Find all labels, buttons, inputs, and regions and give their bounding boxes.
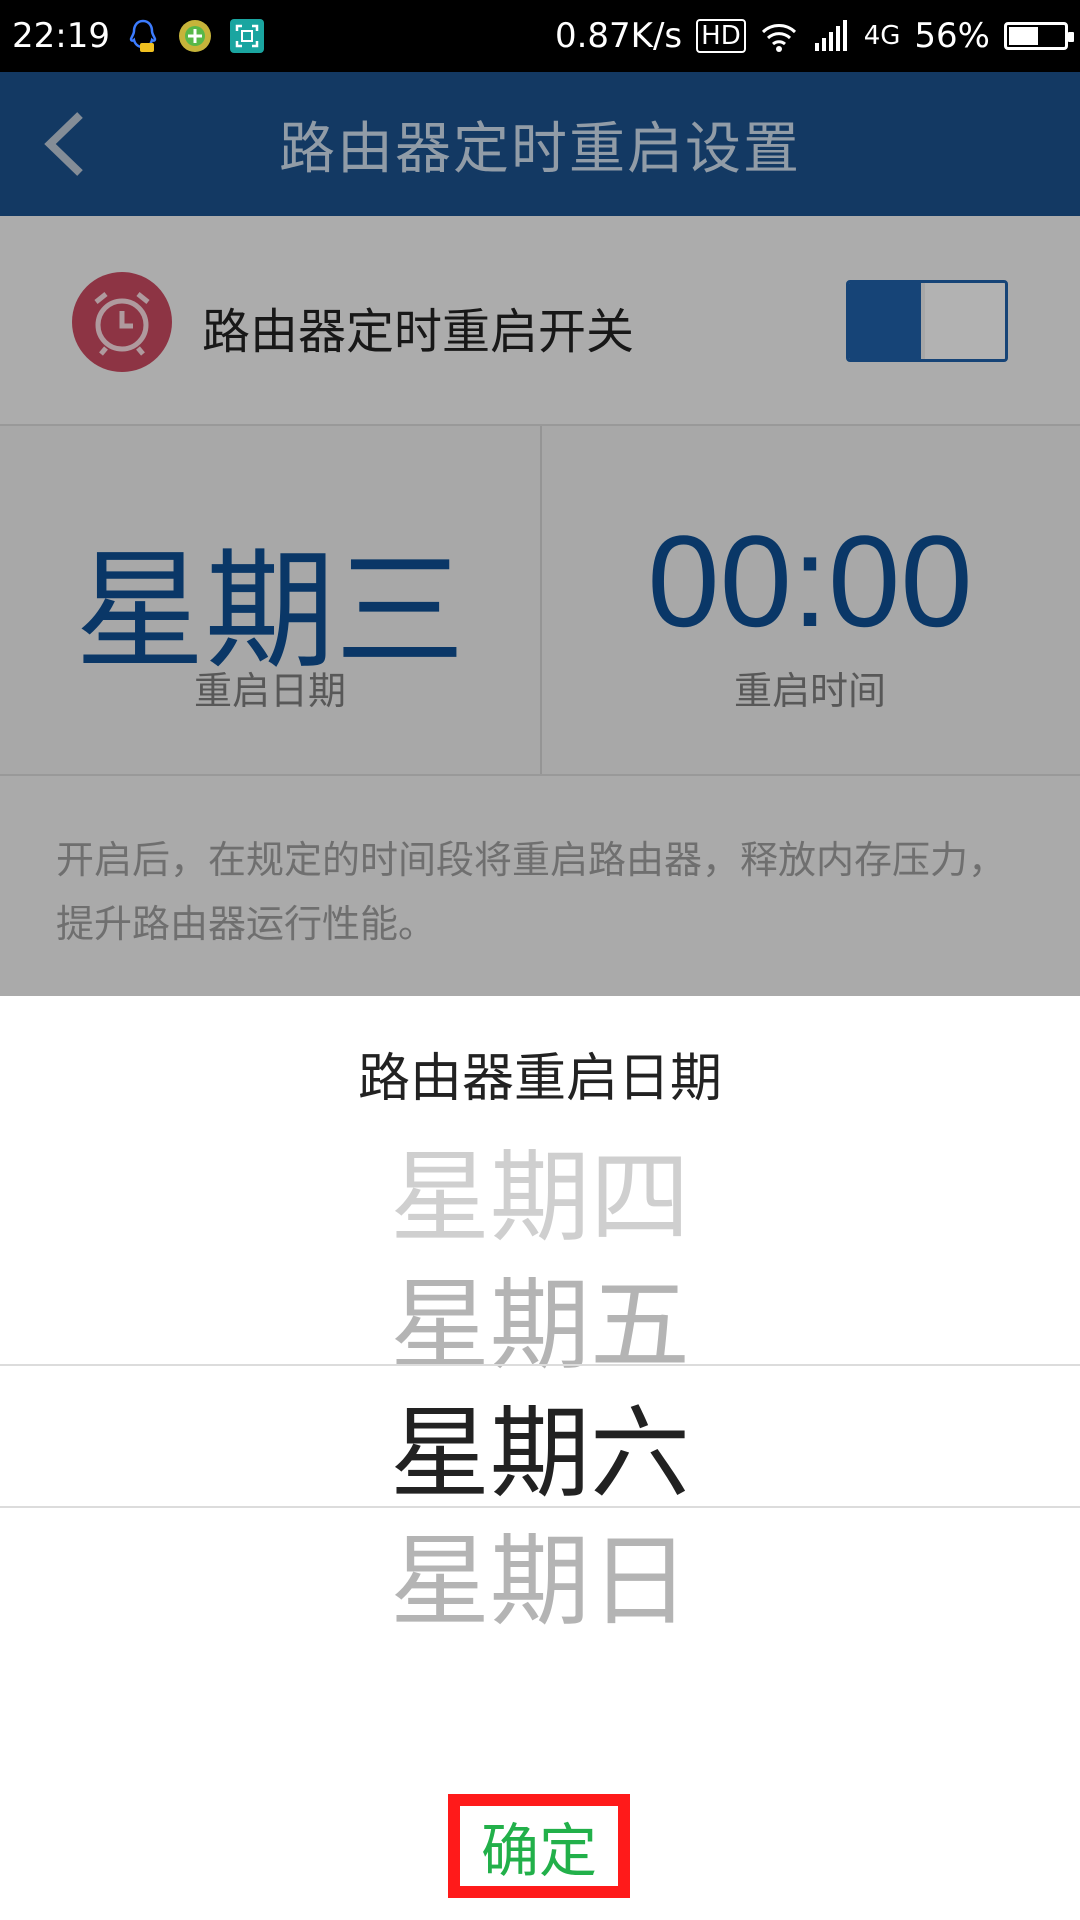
picker-option[interactable]: 星期四	[0, 1116, 1080, 1261]
wifi-icon	[761, 24, 796, 52]
picker-selection-line-top	[0, 1364, 1080, 1366]
signal-icon	[814, 20, 847, 51]
confirm-label: 确定	[480, 1817, 597, 1885]
status-bar: 22:19 0.87K/s HD 4G 56%	[0, 0, 1080, 72]
battery-icon	[1004, 22, 1074, 50]
battery-percent: 56%	[914, 16, 990, 56]
qq-icon	[129, 19, 157, 52]
hd-badge: HD	[696, 19, 746, 53]
scan-icon	[229, 19, 264, 53]
net-speed: 0.87K/s	[554, 16, 683, 56]
screen: 22:19 0.87K/s HD 4G 56% 路由器定时重启设置 路由器定时重…	[0, 0, 1080, 1920]
plus-badge-icon	[178, 20, 211, 52]
modal-backdrop[interactable]	[0, 72, 1080, 996]
network-type: 4G	[863, 21, 901, 51]
battery-fill	[1009, 27, 1039, 45]
picker-option-selected[interactable]: 星期六	[0, 1372, 1080, 1517]
status-bar-left: 22:19	[12, 16, 266, 56]
picker-option[interactable]: 星期五	[0, 1244, 1080, 1389]
picker-option[interactable]: 星期日	[0, 1500, 1080, 1645]
day-picker-sheet: 路由器重启日期 星期四 星期五 星期六 星期日 确定	[0, 996, 1080, 1920]
sheet-title: 路由器重启日期	[357, 1049, 722, 1109]
status-time: 22:19	[12, 16, 110, 56]
confirm-button[interactable]: 确定	[448, 1794, 630, 1898]
status-bar-right: 0.87K/s HD 4G 56%	[554, 16, 1074, 56]
